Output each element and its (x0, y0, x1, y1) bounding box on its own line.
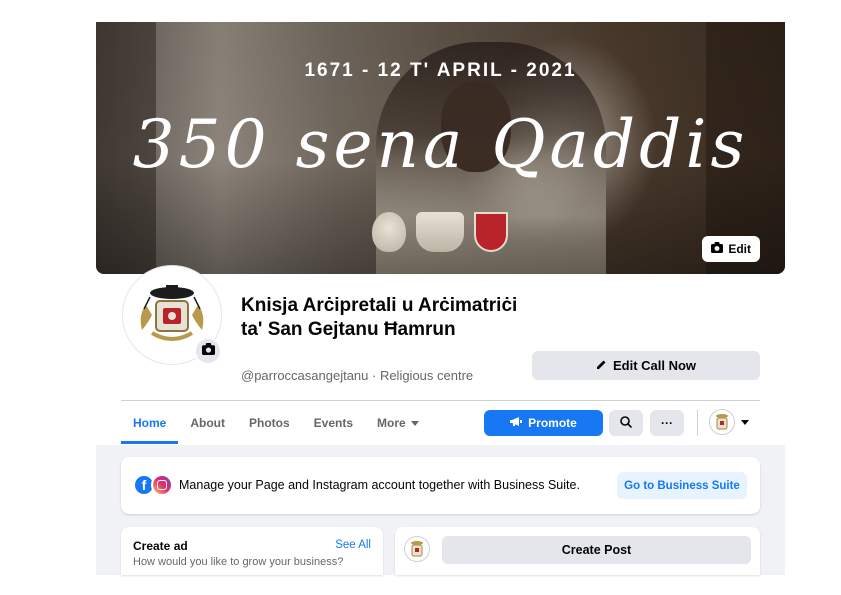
cover-date-line: 1671 - 12 T' APRIL - 2021 (304, 60, 577, 81)
cover-photo[interactable]: 1671 - 12 T' APRIL - 2021 350 sena Qaddi… (96, 22, 785, 274)
promote-label: Promote (528, 416, 577, 430)
create-ad-title: Create ad (133, 539, 188, 553)
header-divider (121, 400, 760, 401)
see-all-link[interactable]: See All (335, 539, 371, 551)
acting-as-avatar[interactable] (709, 409, 735, 435)
go-to-business-suite-button[interactable]: Go to Business Suite (617, 472, 747, 499)
chevron-down-icon[interactable] (741, 420, 749, 425)
edit-cover-label: Edit (728, 242, 751, 256)
cover-title-line: 350 sena Qaddis (132, 106, 749, 183)
chevron-down-icon (410, 420, 419, 426)
avatar (404, 536, 430, 562)
megaphone-icon (510, 416, 523, 430)
tab-more[interactable]: More (365, 402, 431, 444)
cover-crests (372, 212, 508, 252)
business-suite-icons: f (133, 474, 175, 496)
tab-about[interactable]: About (178, 402, 237, 444)
more-options-button[interactable]: ··· (650, 410, 684, 436)
instagram-icon (151, 474, 173, 496)
more-options-label: ··· (661, 416, 673, 430)
search-button[interactable] (609, 410, 643, 436)
business-suite-text: Manage your Page and Instagram account t… (179, 478, 580, 492)
promote-button[interactable]: Promote (484, 410, 603, 436)
edit-cover-button[interactable]: Edit (702, 236, 760, 262)
actions-separator (697, 410, 698, 436)
pencil-icon (596, 358, 607, 373)
create-post-card: Create Post (395, 527, 760, 575)
edit-call-now-button[interactable]: Edit Call Now (532, 351, 760, 380)
business-suite-banner: f Manage your Page and Instagram account… (121, 457, 760, 514)
crest-red-shield-icon (474, 212, 508, 252)
search-icon (620, 415, 633, 431)
page-title: Knisja Arċipretali u Arċimatriċi ta' San… (241, 295, 518, 340)
camera-icon (201, 342, 215, 360)
coat-of-arms-icon (716, 414, 728, 430)
camera-icon (711, 242, 724, 256)
page-handle-category: @parroccasangejtanu · Religious centre (241, 368, 474, 383)
page-tabs: Home About Photos Events More (121, 402, 431, 444)
tab-photos[interactable]: Photos (237, 402, 302, 444)
tab-events[interactable]: Events (302, 402, 365, 444)
crest-mitre-icon (372, 212, 406, 252)
update-avatar-button[interactable] (194, 337, 222, 365)
create-post-button[interactable]: Create Post (442, 536, 751, 564)
tab-home[interactable]: Home (121, 402, 179, 444)
create-ad-card: Create ad See All How would you like to … (121, 527, 383, 575)
create-ad-subtitle: How would you like to grow your business… (133, 556, 344, 568)
coat-of-arms-icon (411, 541, 423, 557)
edit-call-now-label: Edit Call Now (612, 358, 697, 373)
crest-book-icon (416, 212, 464, 252)
